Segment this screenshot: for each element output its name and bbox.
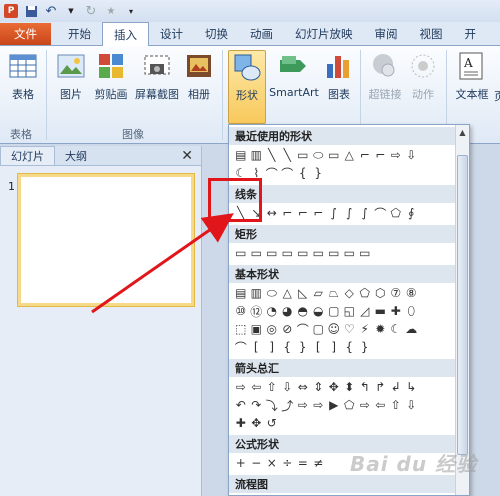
annotation-arrow-icon xyxy=(91,213,234,314)
watermark: Bai du 经验 xyxy=(350,452,478,476)
